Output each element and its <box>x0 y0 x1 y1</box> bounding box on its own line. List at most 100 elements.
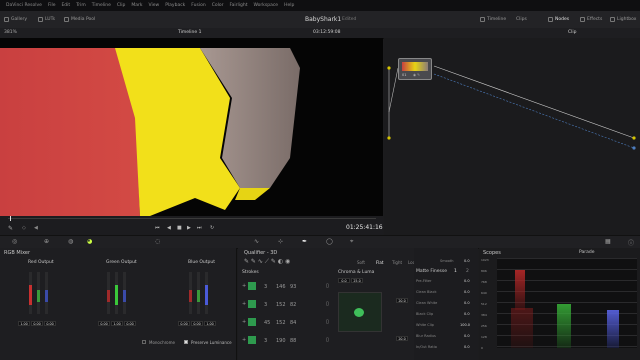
blue-output-values[interactable]: 0.00 0.00 1.00 <box>178 321 217 327</box>
monochrome-label: Monochrome <box>149 340 175 345</box>
cursor-icon[interactable]: ◇ <box>22 225 26 231</box>
stroke-row[interactable]: +3 190 88 ▯ <box>242 334 334 348</box>
smooth-value[interactable]: 0.0 <box>464 259 470 263</box>
gallery-icon <box>4 17 9 22</box>
mode-flat[interactable]: Flat <box>376 260 383 265</box>
strokes-title: Strokes <box>242 270 259 275</box>
media-pool-button[interactable]: Media Pool <box>64 17 95 22</box>
color-node[interactable]: 01 ◉ ✎ <box>398 58 432 80</box>
step-back-icon[interactable]: ◀ <box>167 225 171 231</box>
viewer-image[interactable] <box>0 38 383 216</box>
chroma-luma-graph[interactable] <box>338 292 382 332</box>
stroke-row[interactable]: +3 152 82 ▯ <box>242 298 334 312</box>
lightbox-icon <box>610 17 615 22</box>
green-output-values[interactable]: 0.00 1.00 0.00 <box>98 321 137 327</box>
info-icon[interactable]: ⓘ <box>628 238 634 247</box>
monochrome-checkbox[interactable] <box>142 340 146 344</box>
menu-timeline[interactable]: Timeline <box>92 3 111 8</box>
matte-finesse-title: Matte Finesse <box>416 269 447 274</box>
project-title: BabyShark1 <box>305 16 342 23</box>
chroma-side-values[interactable]: 20.0 <box>396 298 408 312</box>
media-pool-icon <box>64 17 69 22</box>
luma-side-values[interactable]: 20.0 <box>396 336 408 346</box>
menu-clip[interactable]: Clip <box>117 3 126 8</box>
nodes-tab[interactable]: Nodes <box>548 17 569 22</box>
jump-end-icon[interactable]: ⏭ <box>197 225 202 231</box>
matte-row[interactable]: Clean White 0.0 <box>416 300 476 311</box>
play-icon[interactable]: ▶ <box>187 225 191 231</box>
matte-row[interactable]: In/Out Ratio 0.0 <box>416 344 476 355</box>
zoom-level[interactable]: 381% <box>4 30 17 35</box>
scrub-bar[interactable] <box>8 218 376 219</box>
clips-tab[interactable]: Clips <box>516 17 527 22</box>
red-parade-trace <box>515 270 525 310</box>
blue-output-sliders[interactable] <box>178 270 218 318</box>
qualifier-icon[interactable]: ✒ <box>302 238 307 245</box>
chroma-inputs[interactable]: 0.0 25.0 <box>338 278 386 288</box>
menu-fairlight[interactable]: Fairlight <box>229 3 247 8</box>
menu-workspace[interactable]: Workspace <box>253 3 278 8</box>
scopes-title: Scopes <box>483 250 501 256</box>
menu-fusion[interactable]: Fusion <box>191 3 205 8</box>
matte-row[interactable]: Black Clip 0.0 <box>416 311 476 322</box>
rgb-mixer-icon[interactable]: ◕ <box>87 238 92 245</box>
clip-mode-label[interactable]: Clip <box>568 30 577 35</box>
menu-trim[interactable]: Trim <box>76 3 86 8</box>
menu-davinci[interactable]: DaVinci Resolve <box>6 3 42 8</box>
color-wheels-icon[interactable]: ◍ <box>68 238 73 245</box>
audio-icon[interactable]: ◀ <box>34 225 38 231</box>
menu-view[interactable]: View <box>149 3 160 8</box>
red-output-sliders[interactable] <box>18 270 58 318</box>
stop-icon[interactable]: ■ <box>177 225 182 231</box>
pen-icon[interactable]: ✎ <box>8 225 13 232</box>
warper-icon[interactable]: ⊹ <box>278 238 283 245</box>
matte-row[interactable]: Clean Black 0.0 <box>416 289 476 300</box>
menu-color[interactable]: Color <box>212 3 224 8</box>
matte-tab-2[interactable]: 2 <box>466 269 469 274</box>
scopes-toggle-icon[interactable]: ▦ <box>605 238 611 245</box>
qualifier-title: Qualifier - 3D <box>244 250 278 256</box>
timeline-name[interactable]: Timeline 1 <box>178 30 201 35</box>
luts-button[interactable]: LUTs <box>38 17 55 22</box>
preserve-luminance-checkbox[interactable] <box>184 340 188 344</box>
matte-row[interactable]: Blur Radius 0.0 <box>416 333 476 344</box>
qualifier-tools[interactable]: ✎ ✎ ∿ ⟋ ✎ ◐ ◉ <box>244 258 290 266</box>
matte-rows: Pre-Filter 0.0 Clean Black 0.0 Clean White… <box>416 278 476 355</box>
stroke-row[interactable]: +45 152 84 ▯ <box>242 316 334 330</box>
scope-mode-select[interactable]: Parade <box>579 250 595 255</box>
effects-icon <box>580 17 585 22</box>
motion-effects-icon[interactable]: ◌ <box>155 238 160 245</box>
tracker-icon[interactable]: ⌖ <box>350 238 353 246</box>
menu-help[interactable]: Help <box>284 3 294 8</box>
matte-row[interactable]: Pre-Filter 0.0 <box>416 278 476 289</box>
playhead[interactable] <box>10 216 11 221</box>
matte-tab-1[interactable]: 1 <box>454 269 457 274</box>
stroke-row[interactable]: +3 146 93 ▯ <box>242 280 334 294</box>
curves-icon[interactable]: ∿ <box>254 238 259 245</box>
menu-mark[interactable]: Mark <box>131 3 142 8</box>
node-editor[interactable]: 01 ◉ ✎ <box>384 38 640 235</box>
matte-row[interactable]: White Clip 100.0 <box>416 322 476 333</box>
red-output-values[interactable]: 1.00 0.00 0.00 <box>18 321 57 327</box>
gallery-button[interactable]: Gallery <box>4 17 27 22</box>
menu-edit[interactable]: Edit <box>61 3 70 8</box>
red-parade-low <box>511 308 533 348</box>
jump-start-icon[interactable]: ⏮ <box>155 225 160 231</box>
lightbox-tab[interactable]: Lightbox <box>610 17 636 22</box>
menu-playback[interactable]: Playback <box>165 3 185 8</box>
loop-icon[interactable]: ↻ <box>210 225 214 231</box>
chroma-luma-title: Chroma & Luma <box>338 270 375 275</box>
timeline-tab[interactable]: Timeline <box>480 17 506 22</box>
effects-tab[interactable]: Effects <box>580 17 602 22</box>
color-match-icon[interactable]: ⊕ <box>44 238 49 245</box>
camera-raw-icon[interactable]: ◎ <box>12 238 17 245</box>
mode-tight[interactable]: Tight <box>392 260 402 265</box>
window-icon[interactable]: ◯ <box>326 238 333 245</box>
green-output-sliders[interactable] <box>96 270 136 318</box>
mode-soft[interactable]: Soft <box>357 260 365 265</box>
menu-file[interactable]: File <box>48 3 56 8</box>
matte-finesse-panel: Matte Finesse 1 2 Smooth 0.0 Pre-Filter 0… <box>414 248 478 360</box>
rgb-mixer-title: RGB Mixer <box>4 250 31 256</box>
node-fx-icon: ◉ ✎ <box>413 73 421 77</box>
parade-display[interactable] <box>497 258 637 348</box>
